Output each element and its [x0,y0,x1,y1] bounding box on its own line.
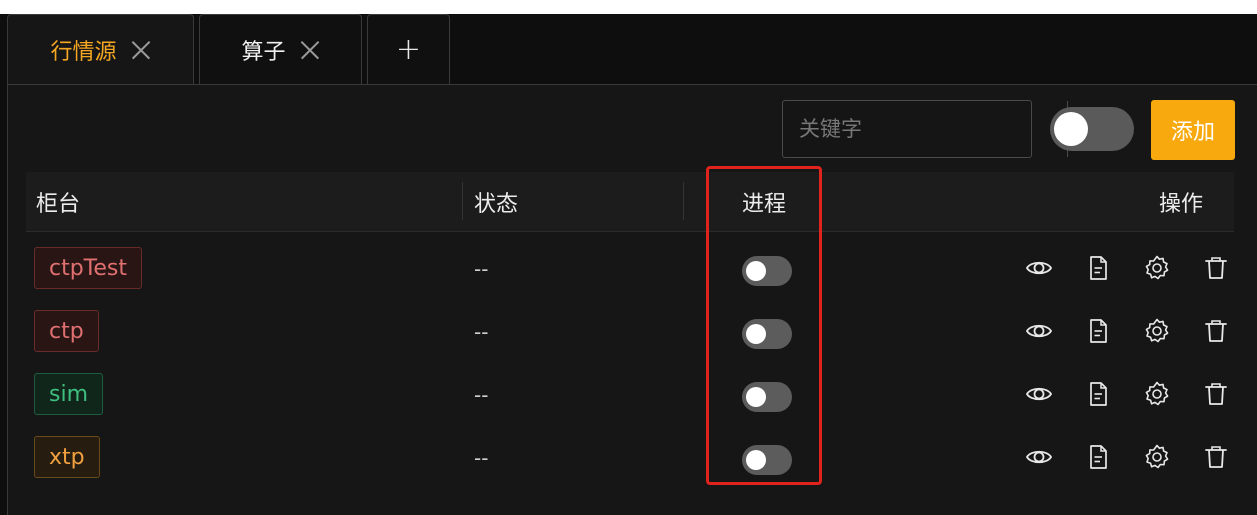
process-toggle[interactable] [742,256,792,286]
gear-icon[interactable] [1140,440,1174,474]
process-toggle[interactable] [742,445,792,475]
column-header-actions: 操作 [1159,192,1204,217]
tab-label: 行情源 [50,39,117,65]
trash-icon[interactable] [1199,251,1233,285]
search-box [782,100,1092,158]
row-actions [1022,440,1233,476]
column-header-status: 状态 [474,192,519,217]
eye-icon[interactable] [1022,440,1056,474]
counter-tag[interactable]: xtp [34,436,100,478]
search-input[interactable] [783,101,1067,157]
gear-icon[interactable] [1140,377,1174,411]
gear-icon[interactable] [1140,314,1174,348]
toggle-knob [746,387,766,407]
document-icon[interactable] [1081,440,1115,474]
gear-icon[interactable] [1140,251,1174,285]
filter-toggle[interactable] [1050,107,1134,151]
tab-label: 算子 [241,39,286,65]
close-icon[interactable] [131,40,151,60]
counter-tag[interactable]: sim [34,373,104,415]
content-panel: 添加 柜台 状态 进程 操作 ctpTest -- [7,84,1257,515]
counter-tag[interactable]: ctp [34,310,99,352]
trash-icon[interactable] [1199,314,1233,348]
app-window: 行情源 算子 + 添加 柜台 [0,14,1257,515]
document-icon[interactable] [1081,251,1115,285]
toggle-knob [746,450,766,470]
table-row: xtp -- [26,426,1234,489]
row-actions [1022,377,1233,413]
column-header-counter: 柜台 [36,192,81,217]
toggle-knob [746,324,766,344]
row-actions [1022,314,1233,350]
eye-icon[interactable] [1022,377,1056,411]
column-divider [462,182,463,220]
column-divider [683,182,684,220]
table-header: 柜台 状态 进程 操作 [26,172,1234,232]
process-toggle[interactable] [742,319,792,349]
toggle-knob [1054,112,1088,146]
row-actions [1022,251,1233,287]
document-icon[interactable] [1081,377,1115,411]
counter-tag[interactable]: ctpTest [34,247,143,289]
eye-icon[interactable] [1022,314,1056,348]
tab-bar: 行情源 算子 + [0,14,1257,84]
process-toggle[interactable] [742,382,792,412]
plus-icon: + [395,32,422,67]
table-row: sim -- [26,363,1234,426]
add-tab-button[interactable]: + [367,14,450,84]
status-value: -- [474,256,489,281]
add-button[interactable]: 添加 [1151,100,1235,160]
trash-icon[interactable] [1199,440,1233,474]
document-icon[interactable] [1081,314,1115,348]
status-value: -- [474,319,489,344]
table-row: ctpTest -- [26,237,1234,300]
status-value: -- [474,445,489,470]
table-row: ctp -- [26,300,1234,363]
column-header-process: 进程 [742,192,787,217]
tab-operator[interactable]: 算子 [199,14,362,84]
status-value: -- [474,382,489,407]
trash-icon[interactable] [1199,377,1233,411]
close-icon[interactable] [300,40,320,60]
tab-market-source[interactable]: 行情源 [7,14,194,84]
eye-icon[interactable] [1022,251,1056,285]
toggle-knob [746,261,766,281]
